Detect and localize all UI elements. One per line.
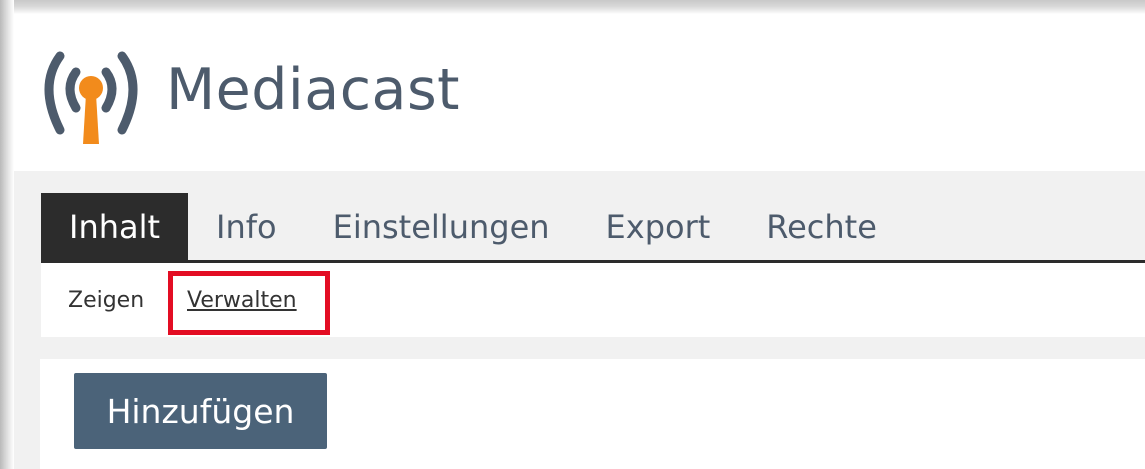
frame-shadow-left [0,0,14,469]
section-gap [14,337,1145,359]
tab-export[interactable]: Export [578,193,739,261]
main-tabs: Inhalt Info Einstellungen Export Rechte [41,193,905,261]
tab-inhalt[interactable]: Inhalt [41,193,189,261]
mediacast-broadcast-icon [44,51,138,144]
frame-shadow-top [0,0,1145,14]
tab-einstellungen[interactable]: Einstellungen [305,193,578,261]
add-button[interactable]: Hinzufügen [74,373,327,449]
tab-info[interactable]: Info [188,193,305,261]
highlight-box [168,271,330,335]
screenshot-frame: Mediacast Inhalt Info Einstellungen Expo… [0,0,1145,469]
tab-rechte[interactable]: Rechte [738,193,905,261]
subtab-zeigen[interactable]: Zeigen [68,263,144,337]
app-title: Mediacast [166,57,461,123]
